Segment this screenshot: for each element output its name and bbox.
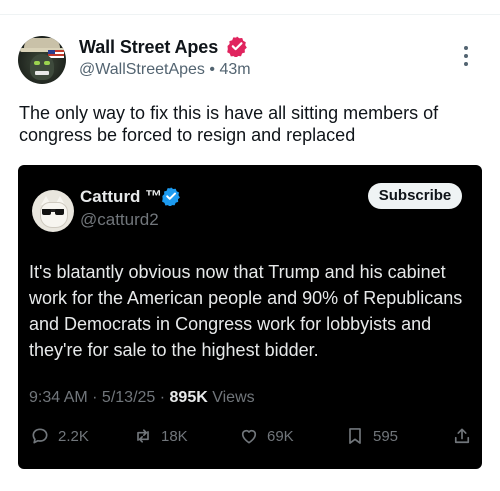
views-label: Views xyxy=(212,389,255,406)
reply-icon xyxy=(32,428,48,444)
reply-button[interactable]: 2.2K xyxy=(30,423,89,449)
quoted-author-handle[interactable]: @catturd2 xyxy=(80,210,159,230)
quoted-author-avatar[interactable] xyxy=(32,190,74,232)
author-handle-line: @WallStreetApes • 43m xyxy=(79,61,251,79)
like-button[interactable]: 69K xyxy=(239,423,294,449)
bookmark-icon xyxy=(349,428,361,444)
meta-separator: • xyxy=(209,61,215,78)
post: Wall Street Apes @WallStreetApes • 43m T… xyxy=(0,0,500,491)
verified-badge-icon xyxy=(227,36,247,57)
post-text: The only way to fix this is have all sit… xyxy=(19,103,439,145)
author-handle[interactable]: @WallStreetApes xyxy=(79,61,205,78)
repost-button[interactable]: 18K xyxy=(133,423,188,449)
quoted-post-meta: 9:34 AM · 5/13/25 · 895K Views xyxy=(29,389,255,406)
subscribe-button[interactable]: Subscribe xyxy=(368,183,462,209)
like-icon xyxy=(241,429,257,444)
quoted-post-time[interactable]: 9:34 AM xyxy=(29,389,88,406)
views-count: 895K xyxy=(169,389,208,406)
repost-count: 18K xyxy=(161,427,188,445)
share-button[interactable] xyxy=(452,423,472,449)
reply-count: 2.2K xyxy=(58,427,89,445)
repost-icon xyxy=(137,429,149,443)
quoted-post[interactable]: Catturd ™ @catturd2 Subscribe It's blata… xyxy=(18,165,482,469)
share-icon xyxy=(454,428,470,444)
blue-check-icon xyxy=(162,187,180,206)
more-icon[interactable] xyxy=(458,46,474,70)
quoted-author-name[interactable]: Catturd ™ xyxy=(80,187,162,207)
author-avatar[interactable] xyxy=(18,36,66,84)
like-count: 69K xyxy=(267,427,294,445)
bookmark-count: 595 xyxy=(373,427,399,445)
author-name[interactable]: Wall Street Apes xyxy=(79,37,218,58)
bookmark-button[interactable]: 595 xyxy=(345,423,398,449)
quoted-post-text: It's blatantly obvious now that Trump an… xyxy=(29,262,463,360)
quoted-post-date[interactable]: 5/13/25 xyxy=(102,389,155,406)
post-time[interactable]: 43m xyxy=(219,61,250,78)
action-bar: 2.2K 18K 69K 595 xyxy=(18,423,482,449)
